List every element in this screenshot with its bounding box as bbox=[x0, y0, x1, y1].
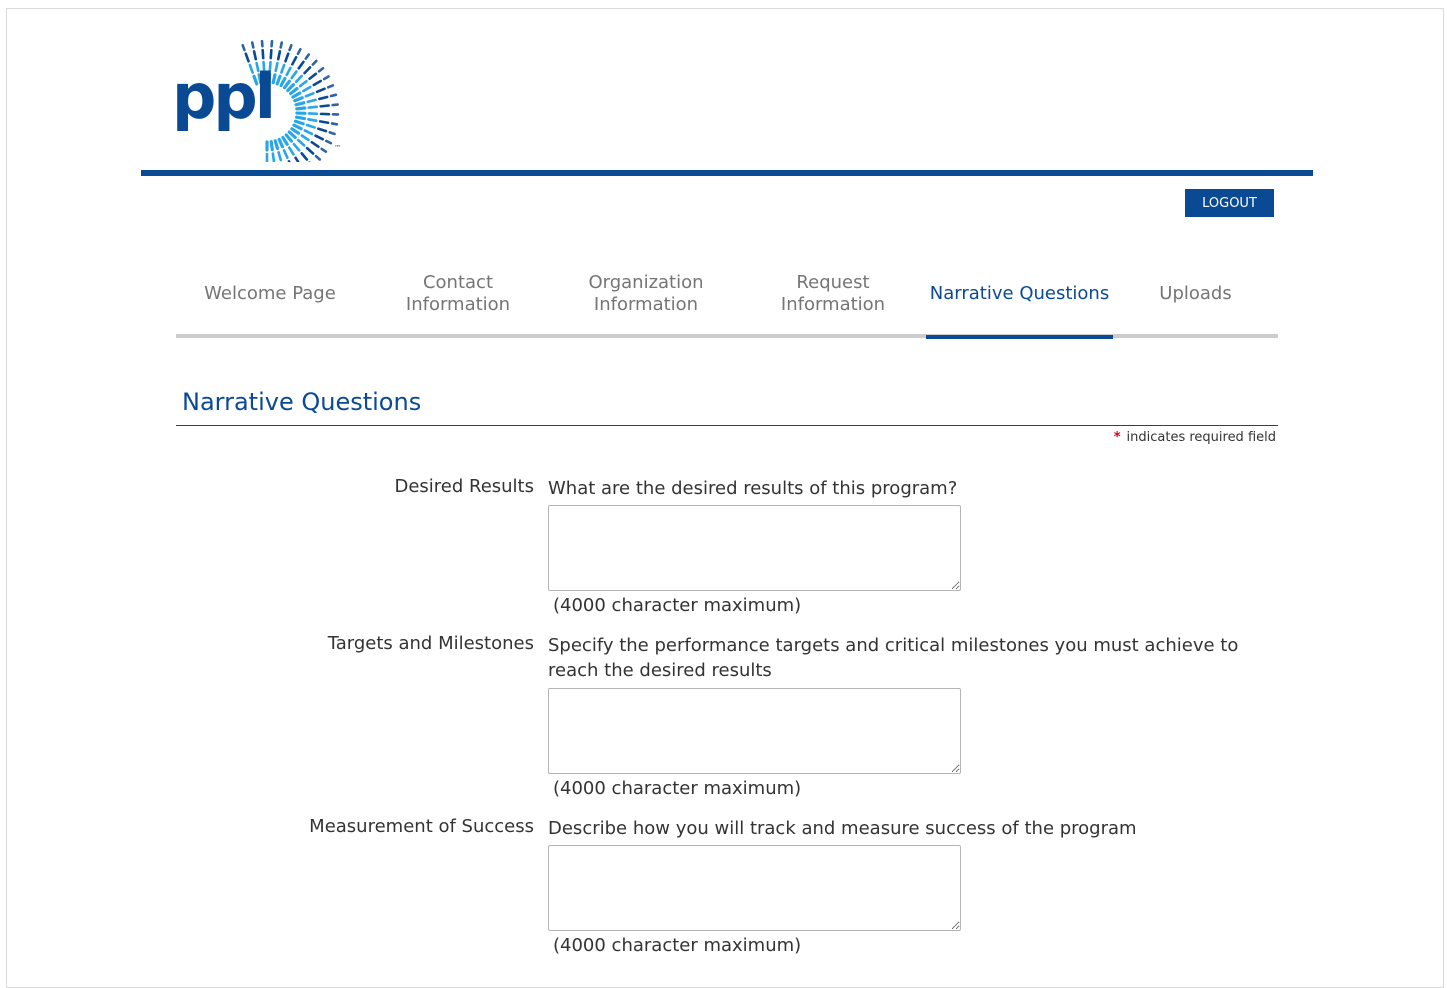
character-limit-hint: (4000 character maximum) bbox=[553, 595, 801, 616]
tab-uploads[interactable]: Uploads bbox=[1113, 252, 1278, 336]
character-limit-hint: (4000 character maximum) bbox=[553, 778, 801, 799]
measurement-success-textarea[interactable] bbox=[548, 845, 961, 931]
field-label-measurement-success: Measurement of Success bbox=[309, 816, 534, 837]
tab-label: Narrative Questions bbox=[930, 283, 1109, 305]
character-limit-hint: (4000 character maximum) bbox=[553, 935, 801, 956]
field-label-desired-results: Desired Results bbox=[394, 476, 534, 497]
ppl-logo[interactable]: ppl ™ bbox=[172, 22, 352, 162]
tab-label: Organization bbox=[588, 272, 703, 294]
field-question-desired-results: What are the desired results of this pro… bbox=[548, 476, 1268, 501]
tab-welcome-page[interactable]: Welcome Page bbox=[176, 252, 364, 336]
field-question-measurement-success: Describe how you will track and measure … bbox=[548, 816, 1268, 841]
tab-label: Information bbox=[406, 294, 510, 316]
tab-organization-information[interactable]: Organization Information bbox=[552, 252, 740, 336]
tab-contact-information[interactable]: Contact Information bbox=[364, 252, 552, 336]
header-divider bbox=[141, 170, 1313, 176]
tab-label: Uploads bbox=[1159, 283, 1231, 305]
tab-label: Request bbox=[781, 272, 885, 294]
desired-results-textarea[interactable] bbox=[548, 505, 961, 591]
logout-button[interactable]: LOGOUT bbox=[1185, 189, 1274, 217]
tab-label: Information bbox=[781, 294, 885, 316]
targets-milestones-textarea[interactable] bbox=[548, 688, 961, 774]
field-question-targets-milestones: Specify the performance targets and crit… bbox=[548, 633, 1268, 683]
section-divider bbox=[176, 425, 1278, 426]
tab-label: Contact bbox=[406, 272, 510, 294]
field-label-targets-milestones: Targets and Milestones bbox=[328, 633, 534, 654]
tab-request-information[interactable]: Request Information bbox=[739, 252, 927, 336]
tab-narrative-questions[interactable]: Narrative Questions bbox=[926, 252, 1113, 339]
required-asterisk: * bbox=[1114, 430, 1121, 445]
required-field-note: * indicates required field bbox=[1114, 430, 1276, 445]
required-note-text: indicates required field bbox=[1127, 430, 1276, 445]
section-title: Narrative Questions bbox=[182, 388, 421, 416]
wizard-tabs: Welcome Page Contact Information Organiz… bbox=[176, 252, 1278, 340]
logo-trademark: ™ bbox=[334, 144, 341, 152]
logo-wordmark: ppl bbox=[172, 66, 273, 128]
tab-label: Welcome Page bbox=[204, 283, 336, 305]
tab-label: Information bbox=[588, 294, 703, 316]
